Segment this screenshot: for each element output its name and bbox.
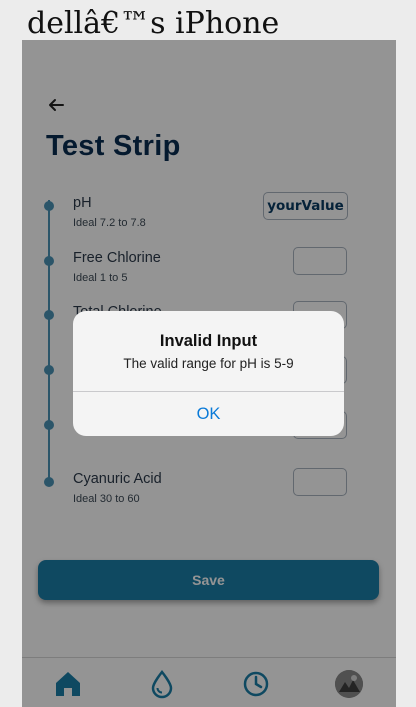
alert-title: Invalid Input [159, 332, 258, 350]
alert-dialog: Invalid Input The valid range for pH is … [73, 311, 344, 436]
alert-message: The valid range for pH is 5-9 [123, 356, 294, 371]
window-title: dellâ€™s iPhone [27, 6, 280, 41]
alert-ok-button[interactable]: OK [73, 392, 344, 436]
phone-screen: Test Strip pH Ideal 7.2 to 7.8 yourValue… [22, 40, 396, 707]
